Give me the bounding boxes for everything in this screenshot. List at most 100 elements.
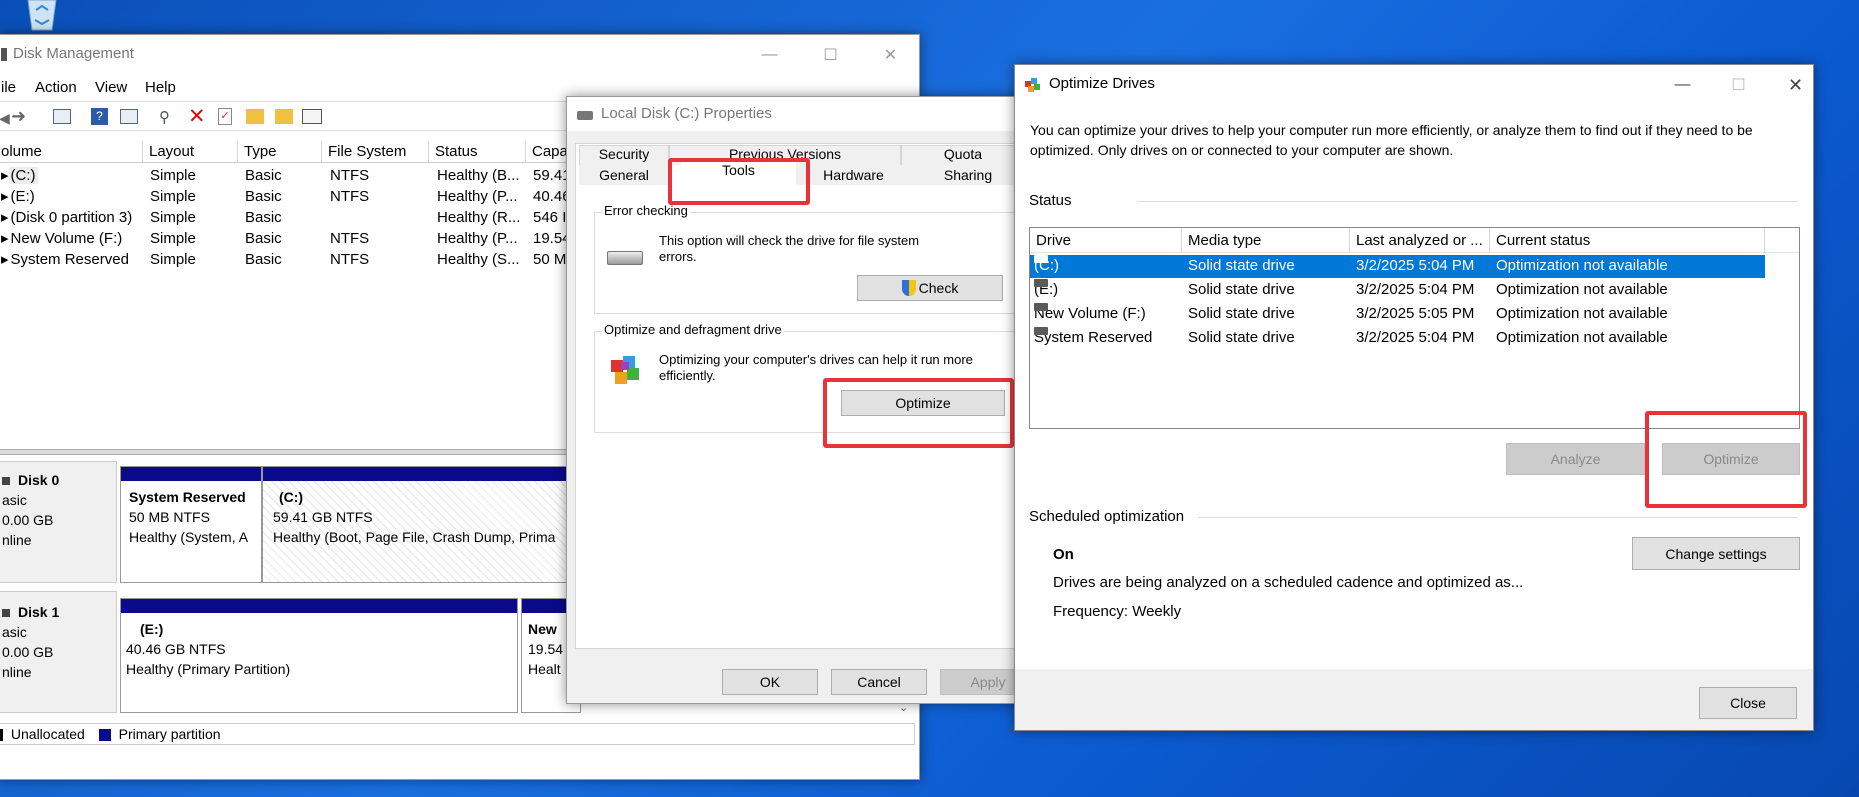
cell-status: Optimization not available xyxy=(1496,329,1668,346)
back-icon[interactable]: ◀ xyxy=(0,110,10,127)
connect-icon[interactable]: ⚲ xyxy=(159,108,170,126)
partition-e[interactable]: (E:) 40.46 GB NTFS Healthy (Primary Partit… xyxy=(120,598,518,713)
recycle-bin-icon[interactable] xyxy=(18,0,66,32)
cancel-button[interactable]: Cancel xyxy=(831,669,927,695)
drive-row[interactable]: New Volume (F:) Solid state drive 3/2/20… xyxy=(1030,303,1765,326)
menu-help[interactable]: Help xyxy=(145,79,176,96)
disk0-label[interactable]: Disk 0 asic 0.00 GB nline xyxy=(0,461,117,583)
cell-status: Optimization not available xyxy=(1496,281,1668,298)
drive-icon xyxy=(577,111,593,120)
tab-security[interactable]: Security xyxy=(579,145,669,165)
cell-status: Optimization not available xyxy=(1496,305,1668,322)
cell-volume: ▸ System Reserved xyxy=(1,251,129,268)
col-current-status[interactable]: Current status xyxy=(1490,228,1765,253)
cell-capacity: 40.46 xyxy=(533,188,571,205)
cell-type: Basic xyxy=(245,167,282,184)
drive-icon xyxy=(1034,279,1048,287)
tab-sharing[interactable]: Sharing xyxy=(911,165,1025,185)
close-button[interactable]: ✕ xyxy=(1768,65,1823,105)
cell-status: Healthy (R... xyxy=(437,209,521,226)
cell-status: Healthy (P... xyxy=(437,230,518,247)
cell-date: 3/2/2025 5:05 PM xyxy=(1356,305,1475,322)
minimize-button[interactable]: — xyxy=(1655,65,1710,105)
maximize-button[interactable]: ☐ xyxy=(803,35,858,75)
close-button[interactable]: ✕ xyxy=(863,35,918,75)
window-title: Disk Management xyxy=(13,45,134,62)
table-row[interactable]: ▸ System Reserved Simple Basic NTFS Healt… xyxy=(0,249,599,270)
cell-capacity: 59.41 xyxy=(533,167,571,184)
maximize-button[interactable]: ☐ xyxy=(1711,65,1766,105)
change-settings-button[interactable]: Change settings xyxy=(1632,537,1800,570)
col-volume[interactable]: olume xyxy=(0,141,143,163)
forward-icon[interactable]: ➜ xyxy=(11,106,26,127)
cell-volume: ▸ (Disk 0 partition 3) xyxy=(1,209,133,226)
status-divider xyxy=(1137,201,1798,202)
checklist-icon[interactable]: ✓ xyxy=(218,108,232,125)
scheduled-heading: Scheduled optimization xyxy=(1029,508,1185,525)
table-row[interactable]: ▸ (Disk 0 partition 3) Simple Basic Healt… xyxy=(0,207,599,228)
check-button[interactable]: Check xyxy=(857,275,1003,301)
tab-hardware[interactable]: Hardware xyxy=(796,165,911,185)
folder-up-icon[interactable] xyxy=(246,109,264,124)
ok-button[interactable]: OK xyxy=(722,669,818,695)
table-row[interactable]: ▸ (C:) Simple Basic NTFS Healthy (B... 59… xyxy=(0,165,599,186)
highlight-optimize-button xyxy=(823,378,1014,448)
schedule-frequency: Frequency: Weekly xyxy=(1053,603,1182,620)
drive-icon xyxy=(607,251,643,265)
tab-general[interactable]: General xyxy=(579,165,669,185)
col-file-system[interactable]: File System xyxy=(322,141,429,163)
col-type[interactable]: Type xyxy=(238,141,322,163)
volume-list: ▸ (C:) Simple Basic NTFS Healthy (B... 59… xyxy=(0,165,599,275)
shield-icon xyxy=(901,280,916,296)
col-status[interactable]: Status xyxy=(429,141,526,163)
minimize-button[interactable]: — xyxy=(742,35,797,75)
col-layout[interactable]: Layout xyxy=(143,141,238,163)
drive-icon xyxy=(1034,327,1048,335)
legend: Unallocated Primary partition xyxy=(0,723,915,745)
menu-action[interactable]: Action xyxy=(35,79,77,96)
cell-media: Solid state drive xyxy=(1188,329,1295,346)
cell-layout: Simple xyxy=(150,188,196,205)
cell-date: 3/2/2025 5:04 PM xyxy=(1356,281,1475,298)
highlight-analyze-optimize xyxy=(1645,411,1807,508)
console-tree-icon[interactable] xyxy=(53,109,71,124)
drive-row[interactable]: (E:) Solid state drive 3/2/2025 5:04 PM … xyxy=(1030,279,1765,302)
search-folder-icon[interactable] xyxy=(275,109,293,124)
menu-view[interactable]: View xyxy=(95,79,127,96)
col-media-type[interactable]: Media type xyxy=(1182,228,1350,253)
disk1-label[interactable]: Disk 1 asic 0.00 GB nline xyxy=(0,591,117,713)
menu-file[interactable]: ile xyxy=(1,79,16,96)
cell-drive: System Reserved xyxy=(1034,327,1153,346)
cell-volume: ▸ New Volume (F:) xyxy=(1,230,123,247)
partition-c[interactable]: (C:) 59.41 GB NTFS Healthy (Boot, Page Fil… xyxy=(262,466,572,583)
defrag-icon xyxy=(609,352,643,388)
table-row[interactable]: ▸ New Volume (F:) Simple Basic NTFS Healt… xyxy=(0,228,599,249)
analyze-button[interactable]: Analyze xyxy=(1506,443,1645,475)
partition-system-reserved[interactable]: System Reserved 50 MB NTFS Healthy (System… xyxy=(120,466,262,583)
table-row[interactable]: ▸ (E:) Simple Basic NTFS Healthy (P... 40… xyxy=(0,186,599,207)
window-icon[interactable] xyxy=(302,109,322,124)
delete-icon[interactable]: ✕ xyxy=(188,104,206,129)
cell-media: Solid state drive xyxy=(1188,281,1295,298)
col-drive[interactable]: Drive xyxy=(1030,228,1182,253)
highlight-tools-tab xyxy=(668,158,810,205)
cell-date: 3/2/2025 5:04 PM xyxy=(1356,257,1475,274)
error-check-text: This option will check the drive for fil… xyxy=(659,233,920,264)
drive-row-selected[interactable]: (C:) Solid state drive 3/2/2025 5:04 PM … xyxy=(1030,255,1765,278)
col-last-analyzed[interactable]: Last analyzed or ... xyxy=(1350,228,1490,253)
group-title: Optimize and defragment drive xyxy=(602,322,784,337)
cell-drive: (E:) xyxy=(1034,279,1059,298)
cell-status: Healthy (P... xyxy=(437,188,518,205)
title-bar: Disk Management — ☐ ✕ xyxy=(0,35,919,75)
drive-row[interactable]: System Reserved Solid state drive 3/2/20… xyxy=(1030,327,1765,350)
properties-icon[interactable] xyxy=(120,109,138,124)
close-dialog-button[interactable]: Close xyxy=(1699,687,1797,719)
cell-type: Basic xyxy=(245,251,282,268)
legend-unallocated: Unallocated xyxy=(10,726,85,742)
tab-quota[interactable]: Quota xyxy=(901,145,1025,165)
help-icon[interactable]: ? xyxy=(91,108,108,125)
intro-text: You can optimize your drives to help you… xyxy=(1030,122,1753,158)
partition-bar xyxy=(121,599,517,613)
cell-volume: ▸ (C:) xyxy=(1,167,38,184)
cell-fs: NTFS xyxy=(330,188,370,205)
